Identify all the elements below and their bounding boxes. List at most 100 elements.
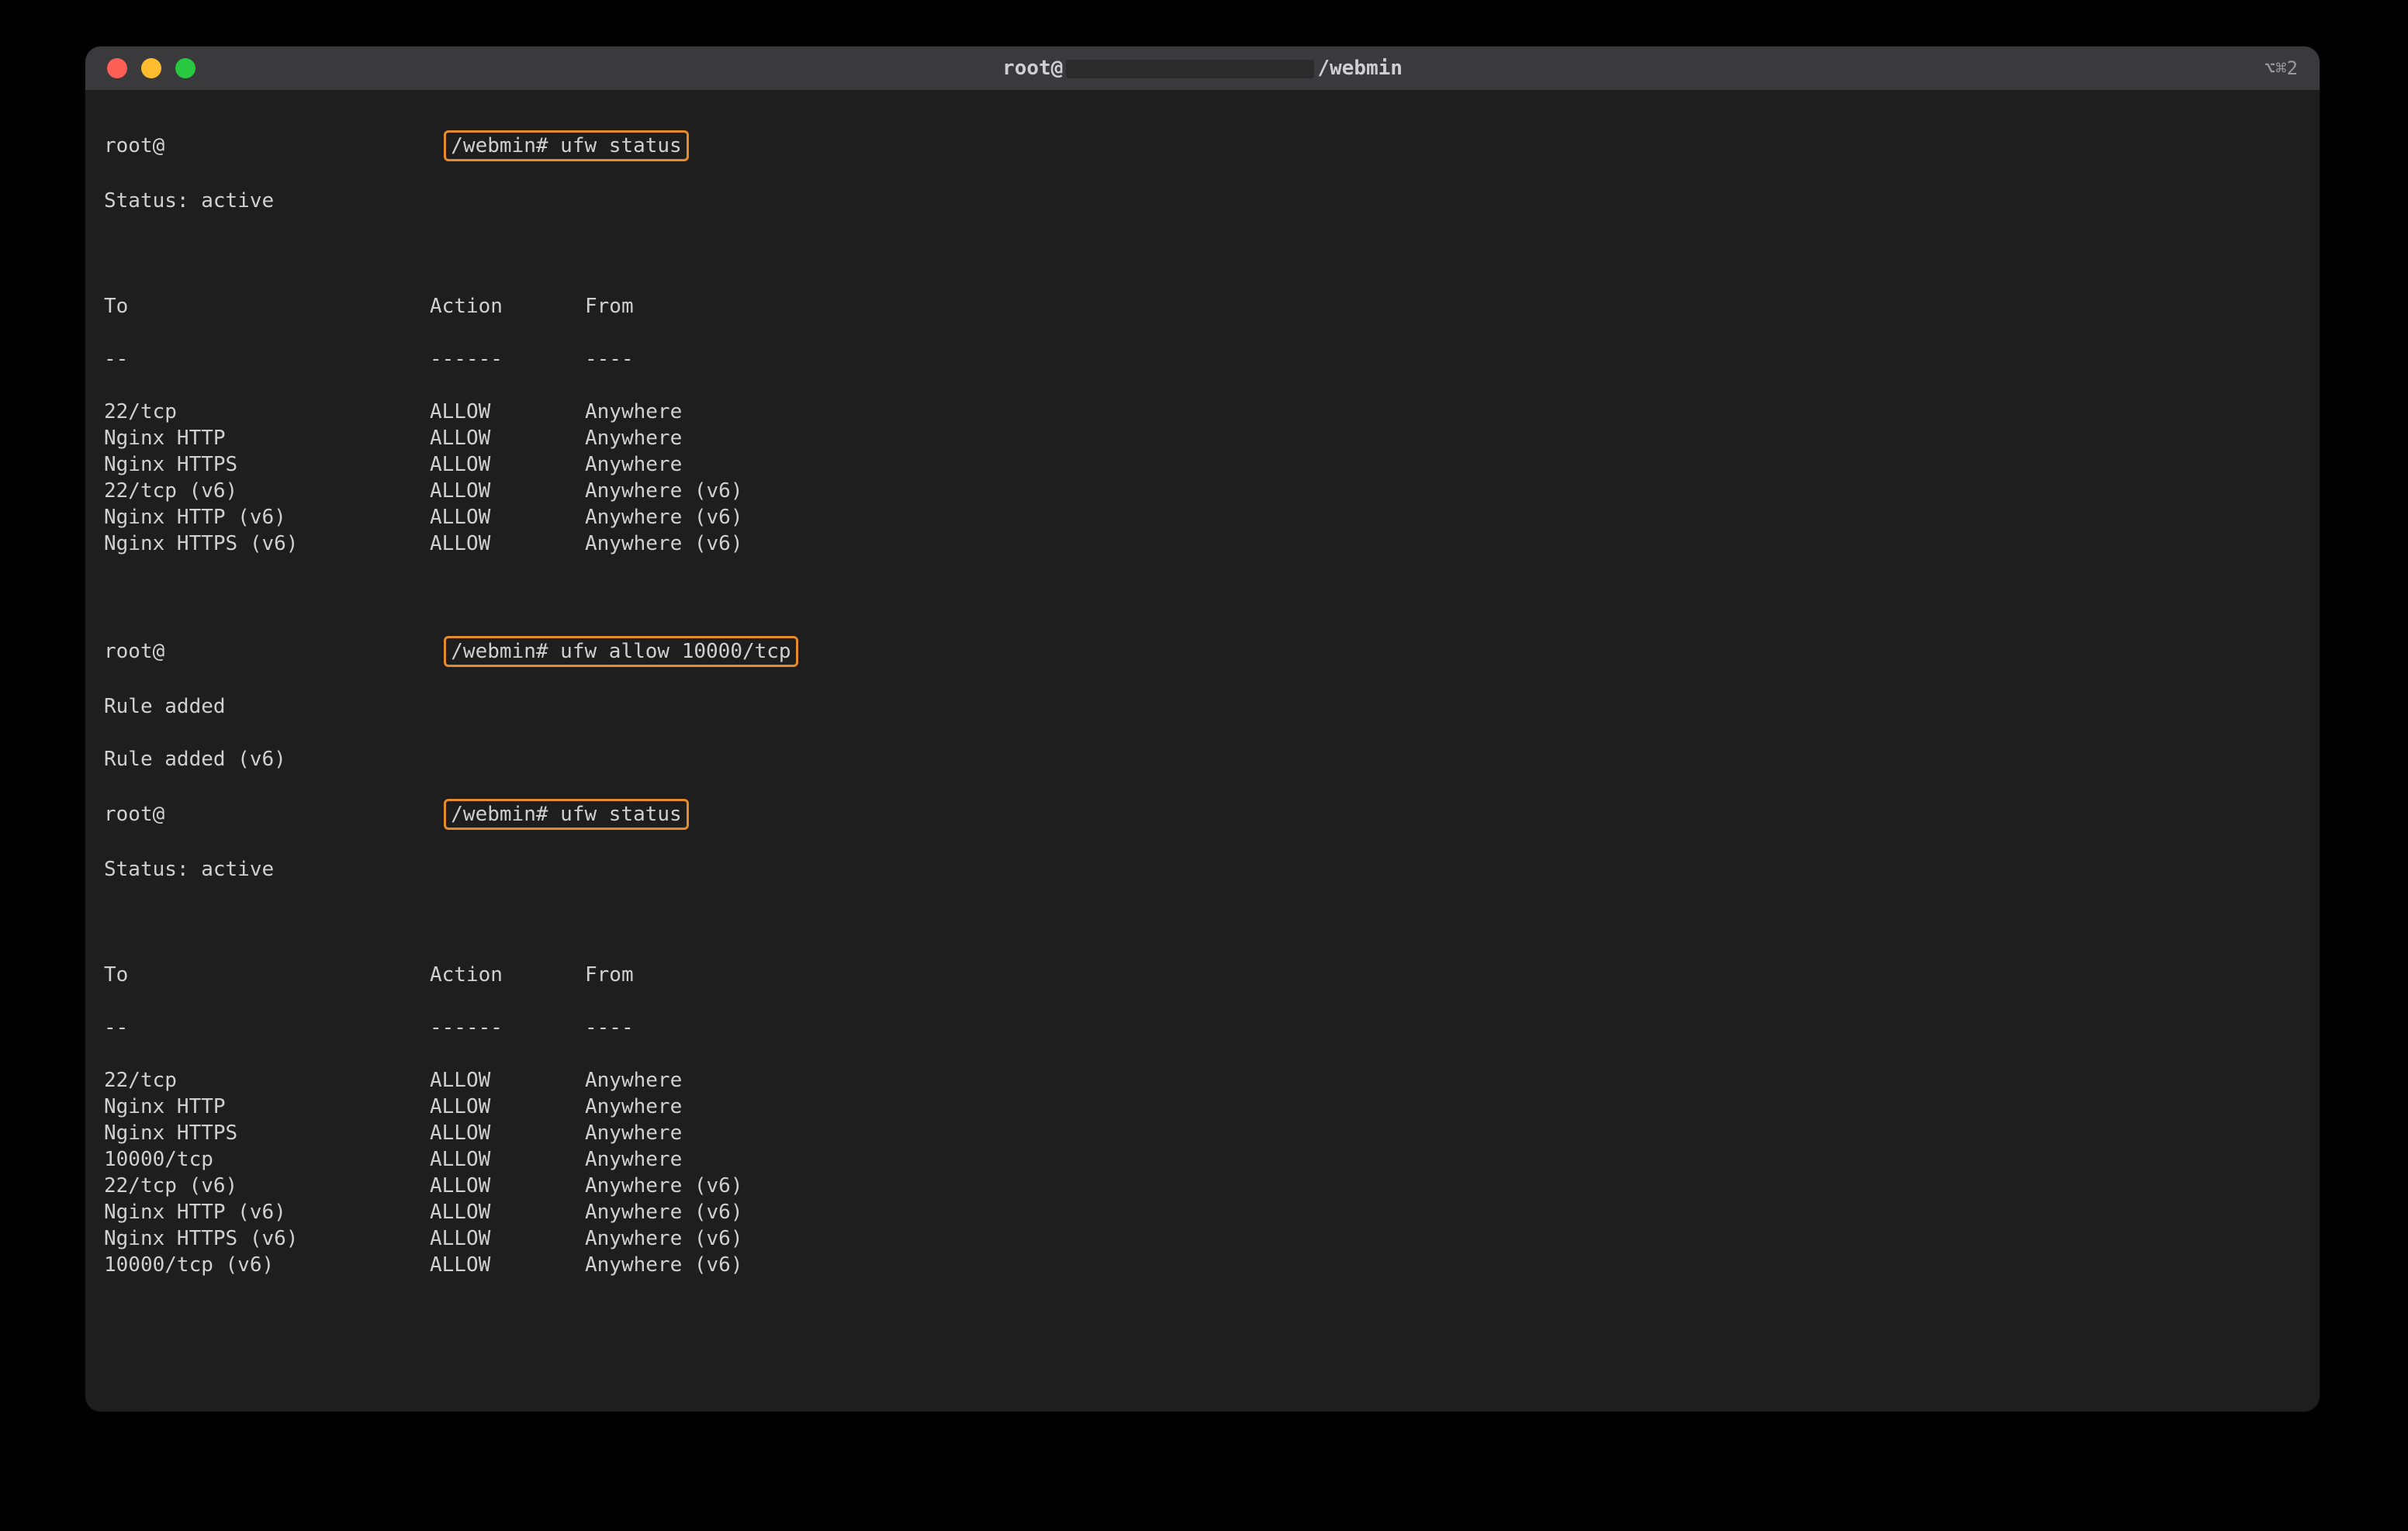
table-row: 22/tcpALLOWAnywhere <box>104 399 2301 425</box>
highlight-box: /webmin# ufw status <box>444 799 688 830</box>
cell-action: ALLOW <box>430 504 585 530</box>
shortcut-indicator: ⌥⌘2 <box>2264 57 2298 79</box>
table-row: 10000/tcpALLOWAnywhere <box>104 1146 2301 1173</box>
col-action: Action <box>430 962 585 988</box>
cell-to: 22/tcp (v6) <box>104 478 430 504</box>
output-line: Rule added <box>104 693 2301 720</box>
cell-to: 10000/tcp (v6) <box>104 1252 430 1278</box>
cell-from: Anywhere (v6) <box>585 530 743 557</box>
minimize-icon[interactable] <box>141 58 161 78</box>
traffic-lights <box>85 58 195 78</box>
terminal-body[interactable]: root@/webmin# ufw status Status: active … <box>85 90 2320 1412</box>
cell-from: Anywhere <box>585 399 682 425</box>
cell-to: Nginx HTTPS (v6) <box>104 1225 430 1252</box>
cell-from: Anywhere (v6) <box>585 504 743 530</box>
close-icon[interactable] <box>107 58 127 78</box>
output-line: Rule added (v6) <box>104 746 2301 772</box>
cell-from: Anywhere (v6) <box>585 1225 743 1252</box>
prompt-path: /webmin# <box>451 640 548 663</box>
col-from: From <box>585 962 634 988</box>
cell-from: Anywhere <box>585 1120 682 1146</box>
ufw-table-1: 22/tcpALLOWAnywhereNginx HTTPALLOWAnywhe… <box>104 399 2301 557</box>
cell-from: Anywhere (v6) <box>585 1173 743 1199</box>
table-row: Nginx HTTP (v6)ALLOWAnywhere (v6) <box>104 1199 2301 1225</box>
prompt-host-redacted <box>164 643 444 662</box>
table-header: ToActionFrom <box>104 962 2301 988</box>
cell-from: Anywhere <box>585 451 682 478</box>
blank-line <box>104 1305 2301 1331</box>
col-to: -- <box>104 1014 430 1041</box>
cell-action: ALLOW <box>430 530 585 557</box>
prompt-line: root@/webmin# ufw status <box>104 130 2301 161</box>
col-action: ------ <box>430 346 585 372</box>
cell-action: ALLOW <box>430 1225 585 1252</box>
blank-line <box>104 583 2301 610</box>
prompt-host-redacted <box>164 806 444 824</box>
cell-to: 10000/tcp <box>104 1146 430 1173</box>
prompt-user: root@ <box>104 803 164 826</box>
cell-action: ALLOW <box>430 1146 585 1173</box>
cell-from: Anywhere <box>585 1146 682 1173</box>
cell-to: Nginx HTTP (v6) <box>104 1199 430 1225</box>
blank-line <box>104 909 2301 935</box>
table-row: Nginx HTTP (v6)ALLOWAnywhere (v6) <box>104 504 2301 530</box>
prompt-path: /webmin# <box>451 134 548 157</box>
table-row: Nginx HTTPSALLOWAnywhere <box>104 1120 2301 1146</box>
command-text: ufw status <box>560 803 682 826</box>
table-row: 22/tcpALLOWAnywhere <box>104 1067 2301 1094</box>
cell-action: ALLOW <box>430 399 585 425</box>
cell-to: 22/tcp (v6) <box>104 1173 430 1199</box>
blank-line <box>104 1410 2301 1412</box>
col-from: ---- <box>585 1014 634 1041</box>
col-action: ------ <box>430 1014 585 1041</box>
blank-line <box>104 240 2301 267</box>
table-sep: ------------ <box>104 346 2301 372</box>
table-row: 22/tcp (v6)ALLOWAnywhere (v6) <box>104 478 2301 504</box>
table-row: 22/tcp (v6)ALLOWAnywhere (v6) <box>104 1173 2301 1199</box>
title-path: /webmin <box>1317 57 1403 80</box>
table-header: ToActionFrom <box>104 293 2301 320</box>
table-row: Nginx HTTPS (v6)ALLOWAnywhere (v6) <box>104 530 2301 557</box>
cell-action: ALLOW <box>430 1120 585 1146</box>
prompt-host-redacted <box>164 137 444 156</box>
prompt-user: root@ <box>104 640 164 663</box>
prompt-line: root@ /webmin# ufw status <box>104 799 2301 830</box>
zoom-icon[interactable] <box>175 58 195 78</box>
cell-to: Nginx HTTPS <box>104 451 430 478</box>
title-host-redacted <box>1066 60 1314 78</box>
cell-action: ALLOW <box>430 1094 585 1120</box>
cell-action: ALLOW <box>430 1067 585 1094</box>
table-row: Nginx HTTPSALLOWAnywhere <box>104 451 2301 478</box>
prompt-path: /webmin# <box>451 803 548 826</box>
table-sep: ------------ <box>104 1014 2301 1041</box>
cell-from: Anywhere (v6) <box>585 1199 743 1225</box>
ufw-table-2: 22/tcpALLOWAnywhereNginx HTTPALLOWAnywhe… <box>104 1067 2301 1278</box>
highlight-box: /webmin# ufw status <box>444 130 688 161</box>
cell-action: ALLOW <box>430 425 585 451</box>
cell-action: ALLOW <box>430 1199 585 1225</box>
cell-to: Nginx HTTP <box>104 425 430 451</box>
command-text: ufw status <box>560 134 682 157</box>
cell-to: Nginx HTTP <box>104 1094 430 1120</box>
cell-action: ALLOW <box>430 451 585 478</box>
status-line: Status: active <box>104 188 2301 214</box>
cell-from: Anywhere <box>585 1094 682 1120</box>
command-text: ufw allow 10000/tcp <box>560 640 791 663</box>
prompt-line: root@ /webmin# ufw allow 10000/tcp <box>104 636 2301 667</box>
col-to: To <box>104 293 430 320</box>
cell-to: Nginx HTTPS <box>104 1120 430 1146</box>
window-title: root@/webmin <box>85 57 2320 80</box>
col-from: ---- <box>585 346 634 372</box>
col-action: Action <box>430 293 585 320</box>
col-to: To <box>104 962 430 988</box>
cell-action: ALLOW <box>430 1252 585 1278</box>
cell-to: Nginx HTTPS (v6) <box>104 530 430 557</box>
cell-to: Nginx HTTP (v6) <box>104 504 430 530</box>
status-line: Status: active <box>104 856 2301 883</box>
cell-action: ALLOW <box>430 478 585 504</box>
cell-to: 22/tcp <box>104 1067 430 1094</box>
col-from: From <box>585 293 634 320</box>
blank-line <box>104 1357 2301 1384</box>
highlight-box: /webmin# ufw allow 10000/tcp <box>444 636 797 667</box>
table-row: 10000/tcp (v6)ALLOWAnywhere (v6) <box>104 1252 2301 1278</box>
